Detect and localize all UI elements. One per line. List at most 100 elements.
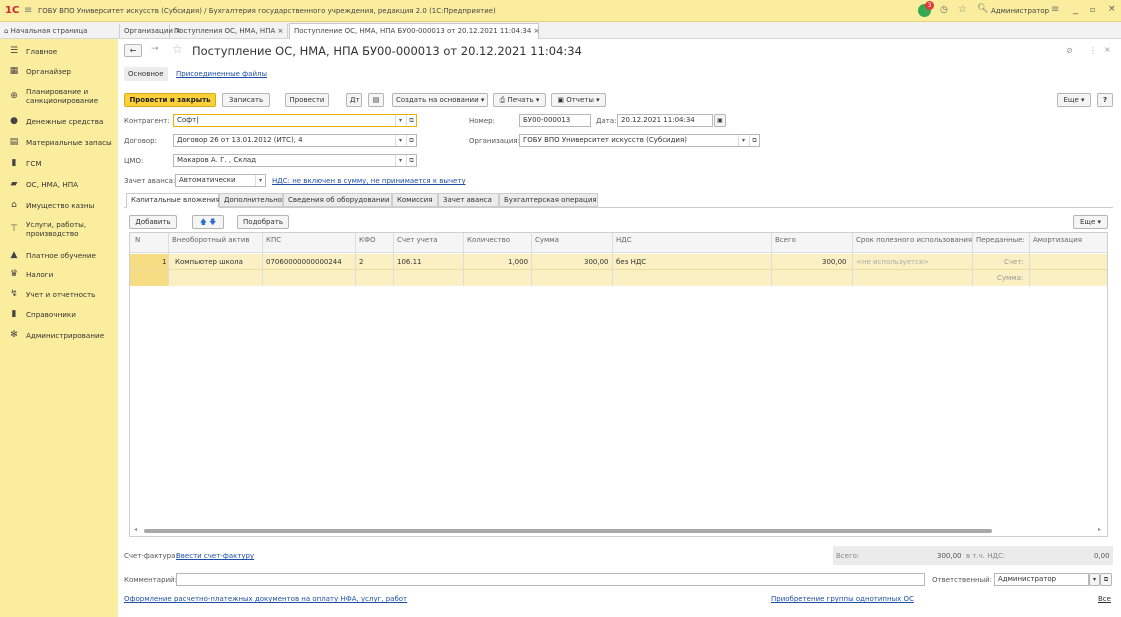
more-button[interactable]: Еще ▾ [1057, 93, 1091, 107]
sidebar-item-references[interactable]: ▮ Справочники [0, 304, 118, 324]
cell-vat[interactable]: без НДС [616, 258, 646, 266]
pick-button[interactable]: Подобрать [237, 215, 289, 229]
save-button[interactable]: Записать [222, 93, 270, 107]
minimize-icon[interactable]: _ [1073, 4, 1078, 15]
number-field[interactable]: БУ00-000013 [519, 114, 591, 127]
hamburger-icon[interactable]: ≡ [24, 5, 32, 16]
cell-account[interactable]: 106.11 [397, 258, 422, 266]
sidebar-item-fuel[interactable]: ▮ ГСМ [0, 153, 118, 173]
scroll-left-icon[interactable]: ◂ [134, 526, 137, 533]
move-up-down-buttons[interactable]: 🡅 🡇 [192, 215, 224, 229]
tab-advance-offset[interactable]: Зачет аванса [438, 193, 499, 207]
sidebar-item-main[interactable]: ☰ Главное [0, 41, 118, 61]
dropdown-icon[interactable]: ▾ [255, 175, 265, 186]
print-button[interactable]: ⎙ Печать ▾ [493, 93, 546, 107]
cell-qty[interactable]: 1,000 [508, 258, 528, 266]
col-useful-life[interactable]: Срок полезного использования [856, 236, 972, 244]
cell-kps[interactable]: 07060000000000244 [266, 258, 342, 266]
col-sum[interactable]: Сумма [535, 236, 559, 244]
calendar-button[interactable]: ▣ [714, 114, 726, 127]
add-row-button[interactable]: Добавить [129, 215, 177, 229]
sidebar-item-treasury[interactable]: ⌂ Имущество казны [0, 195, 118, 215]
help-button[interactable]: ? [1097, 93, 1113, 107]
col-transferred[interactable]: Переданные: [976, 236, 1025, 244]
vat-link[interactable]: НДС: не включен в сумму, не принимается … [272, 177, 466, 185]
cell-asset[interactable]: Компьютер школа [175, 258, 243, 266]
sidebar-item-services[interactable]: ⊤ Услуги, работы, производство [0, 216, 118, 242]
close-icon[interactable]: × [1108, 4, 1116, 14]
post-and-close-button[interactable]: Провести и закрыть [124, 93, 216, 107]
open-icon[interactable]: ⧉ [749, 135, 759, 146]
sidebar-item-reporting[interactable]: ↯ Учет и отчетность [0, 284, 118, 304]
date-field[interactable]: 20.12.2021 11:04:34 [617, 114, 713, 127]
comment-input[interactable] [176, 573, 925, 586]
sidebar-item-money[interactable]: ● Денежные средства [0, 111, 118, 131]
create-based-on-button[interactable]: Создать на основании ▾ [392, 93, 488, 107]
cell-kfo[interactable]: 2 [359, 258, 363, 266]
tab-commission[interactable]: Комиссия [392, 193, 438, 207]
col-total[interactable]: Всего [775, 236, 796, 244]
sidebar-item-planning[interactable]: ⊕ Планирование и санкционирование [0, 83, 118, 109]
dropdown-icon[interactable]: ▾ [395, 115, 405, 126]
group-acquisition-link[interactable]: Приобретение группы однотипных ОС [771, 595, 914, 603]
subtab-files[interactable]: Присоединенные файлы [176, 70, 267, 78]
scroll-right-icon[interactable]: ▸ [1098, 526, 1101, 533]
advance-select[interactable]: Автоматически ▾ [175, 174, 266, 187]
tab-accounting-operation[interactable]: Бухгалтерская операция [499, 193, 598, 207]
table-more-button[interactable]: Еще ▾ [1073, 215, 1108, 229]
col-kfo[interactable]: КФО [359, 236, 376, 244]
post-button[interactable]: Провести [285, 93, 329, 107]
dropdown-icon[interactable]: ▾ [395, 155, 405, 166]
sidebar-item-paid-education[interactable]: ▲ Платное обучение [0, 245, 118, 265]
open-icon[interactable]: ⧉ [406, 135, 416, 146]
dropdown-icon[interactable]: ▾ [738, 135, 748, 146]
more-vert-icon[interactable]: ⋮ [1089, 46, 1097, 55]
cmo-field[interactable]: Макаров А. Г. , Склад ▾ ⧉ [173, 154, 417, 167]
payment-docs-link[interactable]: Оформление расчетно-платежных документов… [124, 595, 407, 603]
contract-field[interactable]: Договор 26 от 13.01.2012 (ИТС), 4 ▾ ⧉ [173, 134, 417, 147]
tab-current-document[interactable]: Поступление ОС, НМА, НПА БУ00-000013 от … [289, 23, 539, 39]
col-kps[interactable]: КПС [266, 236, 281, 244]
user-name[interactable]: Администратор [991, 7, 1049, 15]
sidebar-item-inventory[interactable]: ▤ Материальные запасы [0, 132, 118, 152]
col-qty[interactable]: Количество [467, 236, 510, 244]
sidebar-item-taxes[interactable]: ♛ Налоги [0, 264, 118, 284]
tab-home[interactable]: ⌂ Начальная страница [0, 24, 120, 38]
sidebar-item-fixed-assets[interactable]: ▰ ОС, НМА, НПА [0, 174, 118, 194]
star-icon[interactable]: ☆ [958, 4, 967, 15]
responsible-field[interactable]: Администратор [994, 573, 1089, 586]
horizontal-scrollbar[interactable]: ◂ ▸ [132, 526, 1106, 534]
back-button[interactable]: ← [124, 44, 142, 57]
col-account[interactable]: Счет учета [397, 236, 438, 244]
col-n[interactable]: N [135, 236, 140, 244]
reports-button[interactable]: ▣ Отчеты ▾ [551, 93, 606, 107]
tab-capital-investments[interactable]: Капитальные вложения [126, 193, 220, 208]
settings-menu-icon[interactable]: ≡ [1051, 4, 1059, 15]
favorite-star-icon[interactable]: ☆ [172, 42, 183, 56]
tab-organizations[interactable]: Организации × [120, 24, 181, 38]
tab-additional[interactable]: Дополнительно [219, 193, 283, 207]
all-links[interactable]: Все [1098, 595, 1111, 603]
counterparty-field[interactable]: Софт| ▾ ⧉ [173, 114, 417, 127]
history-icon[interactable]: ◷ [940, 5, 948, 15]
dt-kt-icon[interactable]: Дт [346, 93, 362, 107]
dropdown-icon[interactable]: ▾ [395, 135, 405, 146]
sidebar-item-organizer[interactable]: ▦ Органайзер [0, 61, 118, 81]
link-icon[interactable]: ⊘ [1066, 46, 1073, 55]
sidebar-item-admin[interactable]: ✻ Администрирование [0, 325, 118, 345]
search-icon[interactable]: 🔍︎ [977, 4, 988, 14]
document-icon[interactable]: ▤ [368, 93, 384, 107]
tab-equipment[interactable]: Сведения об оборудовании [283, 193, 392, 207]
subtab-main[interactable]: Основное [124, 67, 168, 81]
organization-field[interactable]: ГОБУ ВПО Университет искусств (Субсидия)… [519, 134, 760, 147]
forward-button[interactable]: → [151, 44, 159, 54]
scrollbar-thumb[interactable] [144, 529, 992, 533]
open-icon[interactable]: ⧉ [406, 115, 416, 126]
responsible-open-icon[interactable]: ⧉ [1100, 573, 1112, 586]
invoice-link[interactable]: Ввести счет-фактуру [176, 552, 254, 560]
tab-receipts-list[interactable]: Поступления ОС, НМА, НПА × [170, 24, 288, 38]
close-doc-icon[interactable]: × [1104, 45, 1111, 54]
cell-sum[interactable]: 300,00 [584, 258, 609, 266]
col-depreciation[interactable]: Амортизация [1033, 236, 1082, 244]
col-asset[interactable]: Внеоборотный актив [172, 236, 250, 244]
